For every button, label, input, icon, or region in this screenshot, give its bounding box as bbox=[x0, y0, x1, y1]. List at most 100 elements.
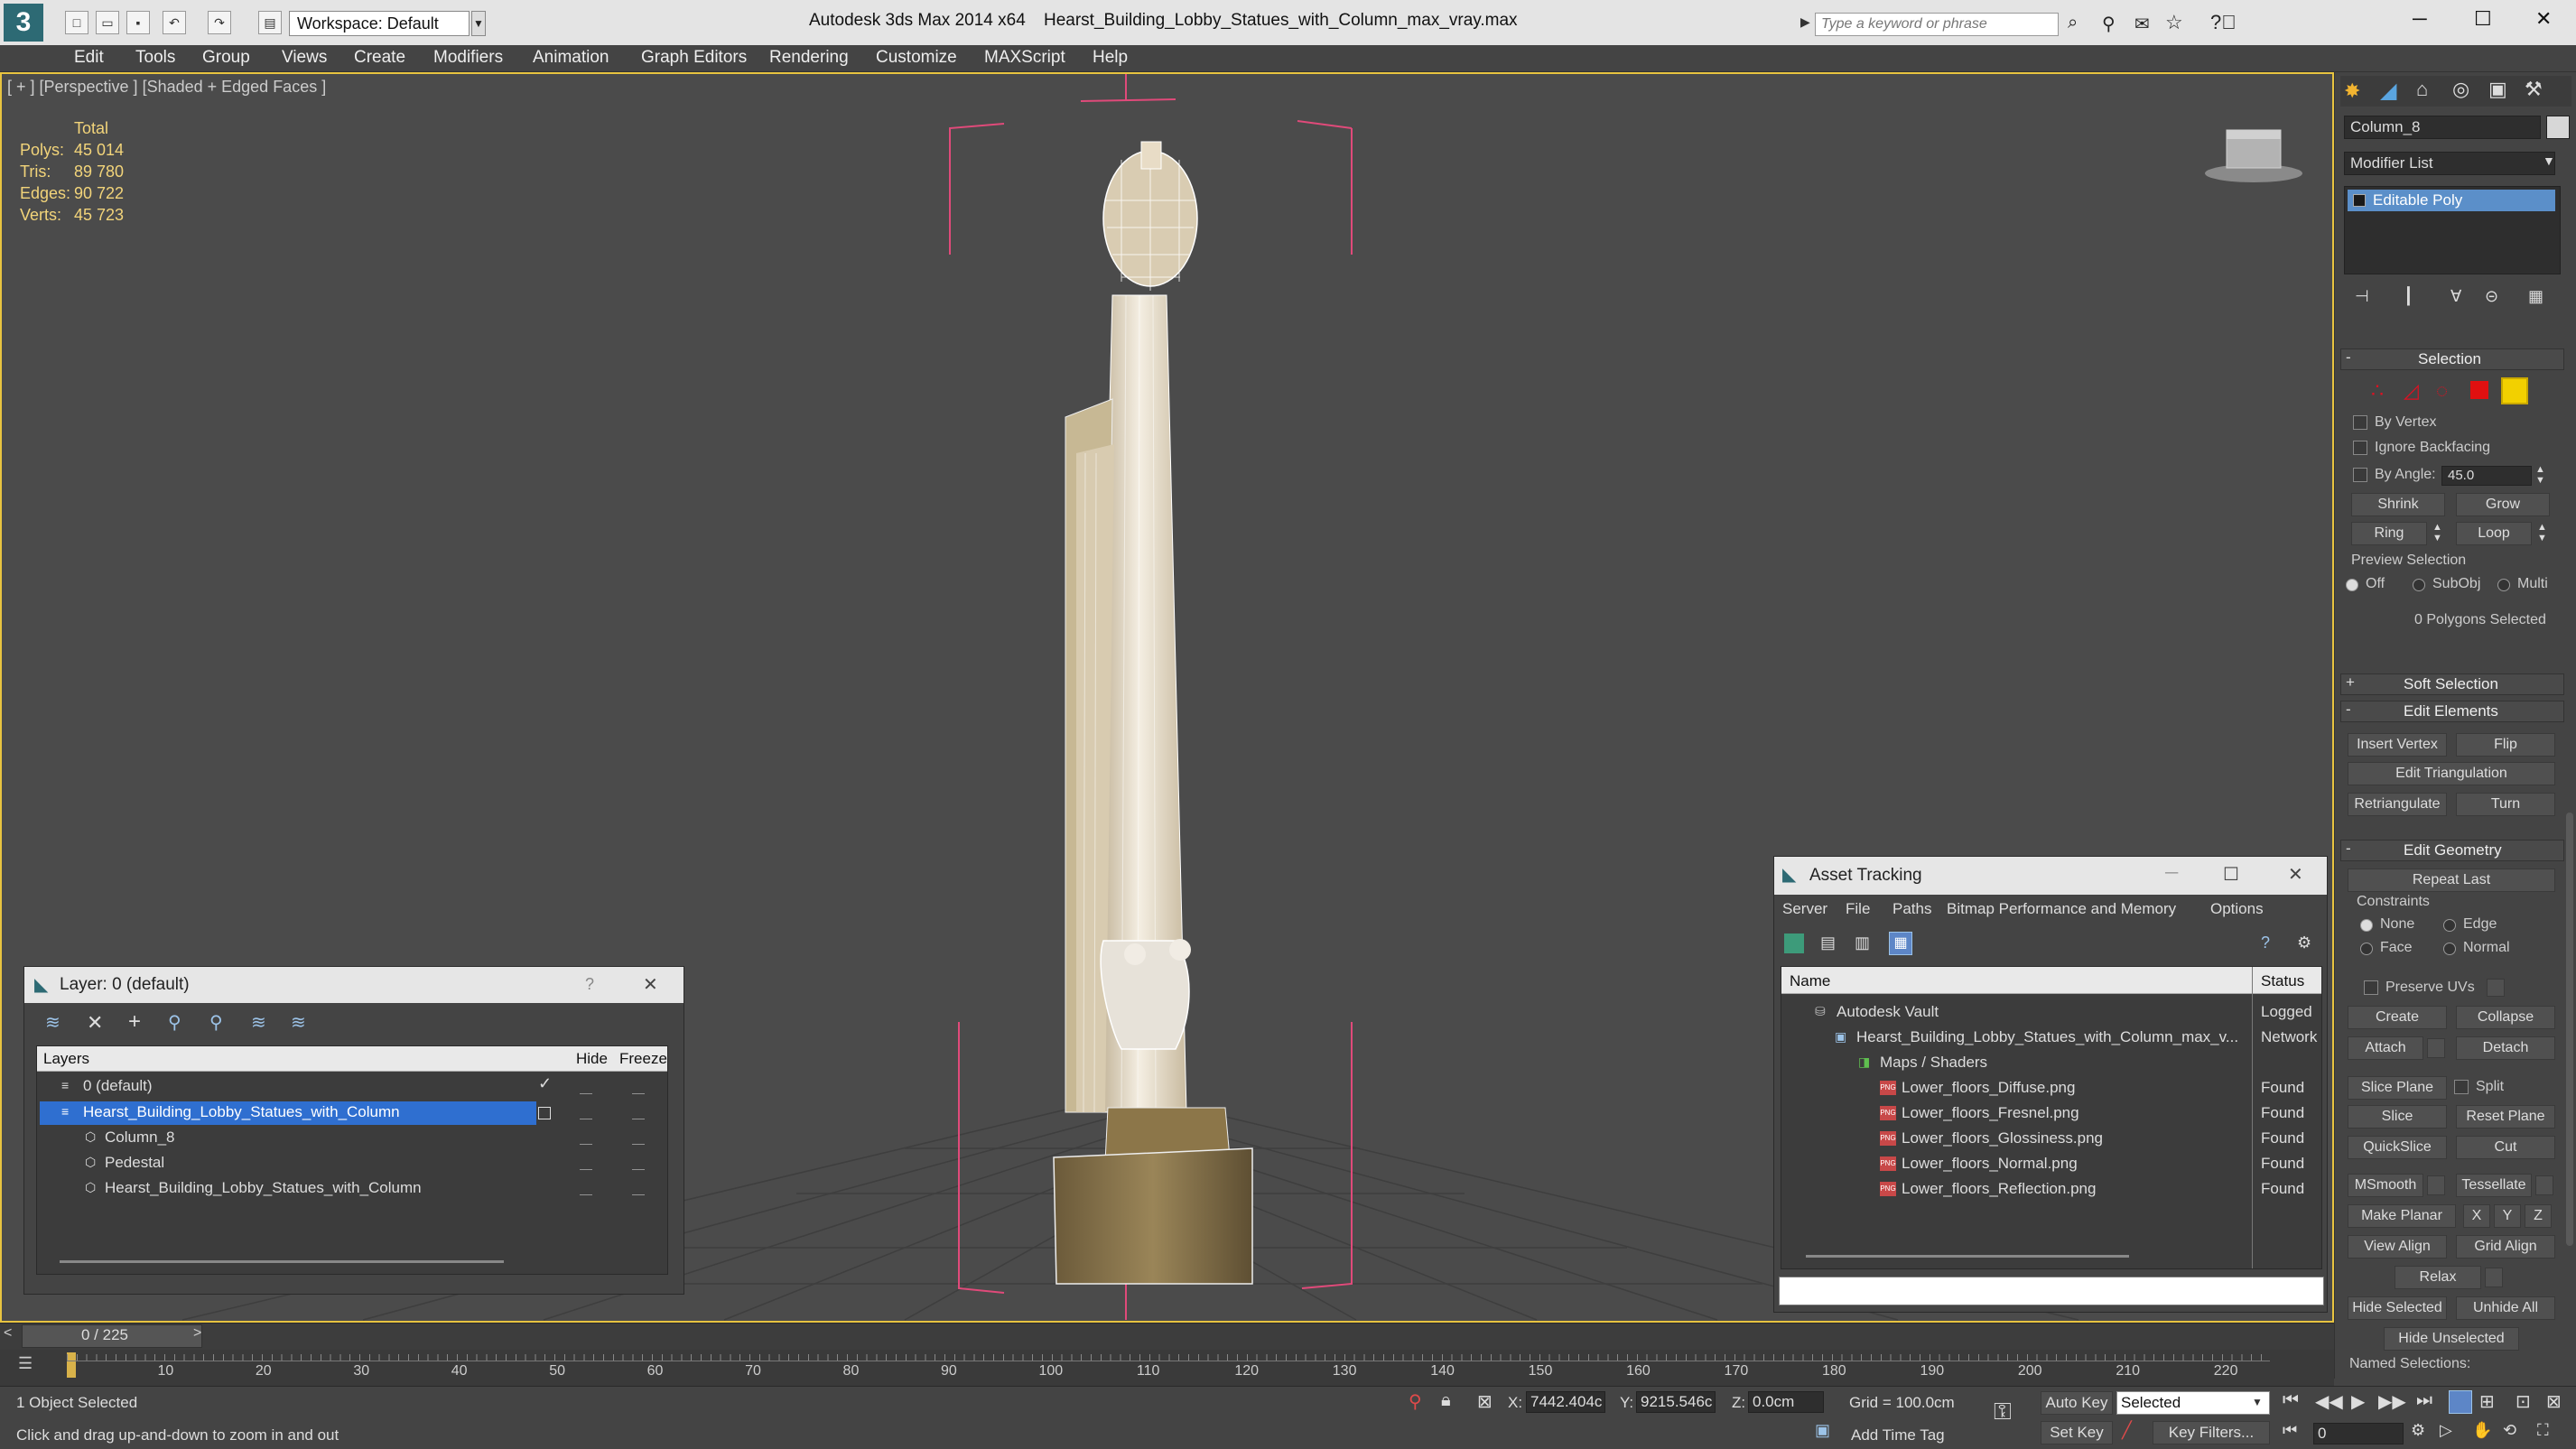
subscription-icon[interactable]: ⚲ bbox=[2102, 13, 2116, 35]
menu-tools[interactable]: Tools bbox=[135, 48, 175, 68]
detach-button[interactable]: Detach bbox=[2456, 1036, 2555, 1060]
menu-animation[interactable]: Animation bbox=[533, 48, 609, 68]
selection-lock-icon[interactable]: 🔒︎ bbox=[1441, 1390, 1451, 1411]
close-button[interactable]: ✕ bbox=[2288, 863, 2303, 886]
preview-off-radio[interactable] bbox=[2346, 579, 2358, 591]
display-tab-icon[interactable]: ▣ bbox=[2488, 78, 2507, 101]
edge-mode-icon[interactable]: ◿ bbox=[2404, 379, 2419, 403]
save-icon[interactable]: ▪ bbox=[126, 11, 150, 34]
ring-spinner[interactable]: ▲ ▼ bbox=[2432, 522, 2442, 543]
pan-icon[interactable]: ✋ bbox=[2472, 1421, 2492, 1440]
menu-create[interactable]: Create bbox=[354, 48, 405, 68]
view-cube[interactable] bbox=[2205, 129, 2302, 182]
loop-spinner[interactable]: ▲ ▼ bbox=[2537, 522, 2547, 543]
isolate-selection-icon[interactable]: ⚲ bbox=[1409, 1390, 1422, 1413]
menu-group[interactable]: Group bbox=[202, 48, 250, 68]
z-coord-field[interactable]: 0.0cm bbox=[1748, 1391, 1824, 1413]
planar-y-button[interactable]: Y bbox=[2494, 1204, 2521, 1228]
curve-editor-icon[interactable]: ☰ bbox=[18, 1354, 33, 1373]
turn-button[interactable]: Turn bbox=[2456, 793, 2555, 816]
ignore-backfacing-checkbox[interactable] bbox=[2353, 441, 2367, 455]
asset-menu-options[interactable]: Options bbox=[2210, 900, 2264, 918]
modifier-list-dropdown[interactable]: Modifier List bbox=[2344, 152, 2555, 175]
edit-triangulation-button[interactable]: Edit Triangulation bbox=[2348, 762, 2555, 785]
stack-item-editable-poly[interactable]: Editable Poly bbox=[2348, 190, 2555, 211]
constraint-normal-radio[interactable] bbox=[2443, 943, 2456, 955]
object-color-swatch[interactable] bbox=[2546, 116, 2570, 139]
relax-settings-icon[interactable] bbox=[2485, 1268, 2503, 1287]
msmooth-settings-icon[interactable] bbox=[2427, 1175, 2445, 1195]
menu-graph-editors[interactable]: Graph Editors bbox=[641, 48, 747, 68]
create-button[interactable]: Create bbox=[2348, 1006, 2447, 1029]
ring-button[interactable]: Ring bbox=[2351, 522, 2427, 545]
attach-button[interactable]: Attach bbox=[2348, 1036, 2423, 1060]
zoom-icon[interactable] bbox=[2449, 1390, 2472, 1414]
set-current-layer-icon[interactable] bbox=[538, 1107, 551, 1119]
communication-icon[interactable]: ✉ bbox=[2134, 13, 2150, 35]
quickslice-button[interactable]: QuickSlice bbox=[2348, 1136, 2447, 1159]
details-view-icon[interactable]: ▥ bbox=[1855, 933, 1870, 952]
motion-tab-icon[interactable]: ◎ bbox=[2452, 78, 2469, 101]
tessellate-settings-icon[interactable] bbox=[2535, 1175, 2553, 1195]
loop-button[interactable]: Loop bbox=[2456, 522, 2532, 545]
slice-button[interactable]: Slice bbox=[2348, 1105, 2447, 1129]
status-column-header[interactable]: Status bbox=[2261, 972, 2304, 990]
asset-row[interactable]: Lower_floors_Normal.png bbox=[1902, 1155, 2078, 1173]
layer-row[interactable]: Pedestal bbox=[105, 1154, 164, 1172]
cut-button[interactable]: Cut bbox=[2456, 1136, 2555, 1159]
by-angle-checkbox[interactable] bbox=[2353, 468, 2367, 482]
split-checkbox[interactable] bbox=[2454, 1080, 2469, 1094]
absolute-mode-icon[interactable]: ⊠ bbox=[1477, 1390, 1493, 1413]
time-tag-icon[interactable]: ▣ bbox=[1815, 1421, 1830, 1440]
help-icon[interactable]: ?⃝ bbox=[2210, 11, 2237, 34]
time-slider[interactable] bbox=[0, 1323, 2334, 1350]
current-frame-field[interactable]: 0 bbox=[2313, 1423, 2404, 1444]
workspace-dropdown[interactable]: Workspace: Default bbox=[289, 11, 470, 36]
make-unique-icon[interactable]: ∀ bbox=[2450, 287, 2461, 306]
next-key-icon[interactable]: ▶▶ bbox=[2378, 1390, 2406, 1413]
tessellate-button[interactable]: Tessellate bbox=[2456, 1174, 2532, 1197]
app-logo-icon[interactable]: 3 bbox=[4, 4, 43, 42]
name-column-header[interactable]: Name bbox=[1790, 972, 1830, 990]
command-panel-scrollbar[interactable] bbox=[2566, 813, 2573, 1246]
maximize-button[interactable]: ☐ bbox=[2474, 7, 2492, 31]
zoom-extents-icon[interactable]: ⊡ bbox=[2516, 1390, 2531, 1413]
minimize-button[interactable]: ─ bbox=[2413, 7, 2427, 31]
previous-key-icon[interactable]: ◀◀ bbox=[2315, 1390, 2343, 1413]
current-layer-check-icon[interactable]: ✓ bbox=[538, 1074, 552, 1093]
element-mode-icon[interactable] bbox=[2501, 377, 2528, 404]
asset-row[interactable]: Maps / Shaders bbox=[1880, 1054, 1987, 1072]
constraint-edge-radio[interactable] bbox=[2443, 919, 2456, 932]
by-vertex-checkbox[interactable] bbox=[2353, 415, 2367, 430]
selection-rollout-title[interactable]: Selection bbox=[2418, 350, 2481, 368]
highlight-layer-icon[interactable]: ⚲ bbox=[209, 1011, 223, 1034]
field-of-view-icon[interactable]: ▷ bbox=[2440, 1421, 2452, 1440]
layer-list-scrollbar[interactable] bbox=[60, 1260, 504, 1263]
hide-toggles[interactable]: — — — — — bbox=[580, 1080, 592, 1206]
binoculars-icon[interactable]: ⌕ bbox=[2068, 13, 2078, 33]
favorites-star-icon[interactable]: ☆ bbox=[2165, 11, 2183, 34]
auto-key-button[interactable]: Auto Key bbox=[2041, 1391, 2113, 1415]
hierarchy-tab-icon[interactable]: ⌂ bbox=[2416, 78, 2428, 101]
by-angle-input[interactable]: 45.0 bbox=[2441, 466, 2532, 486]
layer-row[interactable]: Hearst_Building_Lobby_Statues_with_Colum… bbox=[105, 1179, 422, 1197]
asset-row[interactable]: Lower_floors_Reflection.png bbox=[1902, 1180, 2096, 1198]
chevron-down-icon[interactable]: ▼ bbox=[2543, 153, 2555, 168]
menu-help[interactable]: Help bbox=[1093, 48, 1128, 68]
layer-row[interactable]: Hearst_Building_Lobby_Statues_with_Colum… bbox=[83, 1103, 400, 1121]
asset-row[interactable]: Lower_floors_Fresnel.png bbox=[1902, 1104, 2079, 1122]
retriangulate-button[interactable]: Retriangulate bbox=[2348, 793, 2447, 816]
attach-list-icon[interactable] bbox=[2427, 1038, 2445, 1058]
project-folder-icon[interactable]: ▤ bbox=[258, 11, 282, 34]
freeze-column-header[interactable]: Freeze bbox=[619, 1050, 667, 1068]
menu-views[interactable]: Views bbox=[282, 48, 327, 68]
constraint-face-radio[interactable] bbox=[2360, 943, 2373, 955]
grow-button[interactable]: Grow bbox=[2456, 493, 2550, 516]
create-layer-icon[interactable]: ≋ bbox=[45, 1011, 60, 1034]
orbit-icon[interactable]: ⟲ bbox=[2503, 1421, 2516, 1440]
border-mode-icon[interactable]: ◌ bbox=[2436, 379, 2448, 403]
utilities-tab-icon[interactable]: ⚒ bbox=[2525, 78, 2543, 101]
vault-login-icon[interactable]: ⚙ bbox=[2297, 933, 2311, 952]
time-config-icon[interactable]: ⚙ bbox=[2411, 1421, 2425, 1440]
planar-x-button[interactable]: X bbox=[2463, 1204, 2490, 1228]
